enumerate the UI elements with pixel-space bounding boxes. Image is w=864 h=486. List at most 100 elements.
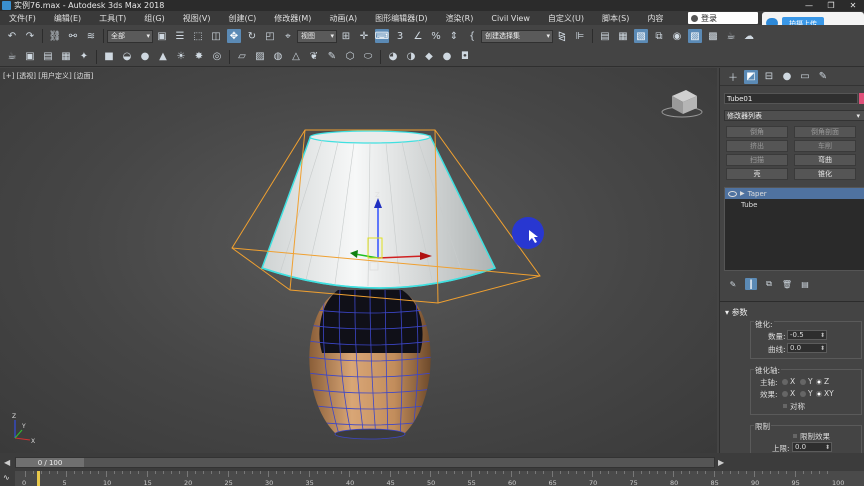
rect-selection-icon[interactable]: ⬚	[191, 29, 205, 43]
menu-scripting[interactable]: 脚本(S)	[593, 13, 638, 24]
utilities-tab-icon[interactable]: ✎	[816, 70, 830, 84]
current-frame-marker[interactable]	[37, 471, 40, 486]
material-editor-icon[interactable]: ◉	[670, 29, 684, 43]
limit-effect-checkbox[interactable]	[792, 433, 798, 439]
bend-button[interactable]: 弯曲	[794, 154, 856, 166]
grid-icon[interactable]: ▦	[59, 50, 73, 64]
brush-icon[interactable]: ✎	[325, 50, 339, 64]
align-icon[interactable]: ⊫	[573, 29, 587, 43]
prev-frame-icon[interactable]: ◀	[4, 458, 10, 467]
window-crossing-icon[interactable]: ◫	[209, 29, 223, 43]
curve-editor-toggle-icon[interactable]: ∿	[3, 473, 10, 482]
selection-filter-dropdown[interactable]: 全部	[107, 29, 153, 43]
object-color-swatch[interactable]	[859, 93, 864, 104]
snapshot-icon[interactable]: ▣	[23, 50, 37, 64]
capsule-icon[interactable]: ⬭	[361, 50, 375, 64]
toggle-ribbon-icon[interactable]: ▦	[616, 29, 630, 43]
shell-button[interactable]: 壳	[726, 168, 788, 180]
layer-explorer-icon[interactable]: ▤	[598, 29, 612, 43]
mesh-icon[interactable]: ⬡	[343, 50, 357, 64]
primary-z-radio[interactable]	[816, 379, 822, 385]
taper-button[interactable]: 锥化	[794, 168, 856, 180]
reference-coordinate-dropdown[interactable]: 视图	[297, 29, 337, 43]
curve-spinner[interactable]: 0.0	[787, 343, 827, 353]
lathe-button[interactable]: 车削	[794, 140, 856, 152]
menu-create[interactable]: 创建(C)	[219, 13, 265, 24]
primary-y-radio[interactable]	[800, 379, 806, 385]
hierarchy-tab-icon[interactable]: ⊟	[762, 70, 776, 84]
maximize-button[interactable]: ❐	[820, 0, 842, 11]
select-scale-icon[interactable]: ◰	[263, 29, 277, 43]
modifier-list-dropdown[interactable]: 修改器列表	[724, 110, 864, 121]
effect-x-radio[interactable]	[782, 391, 788, 397]
angle-snap-icon[interactable]: ∠	[411, 29, 425, 43]
extrude-button[interactable]: 挤出	[726, 140, 788, 152]
mirror-icon[interactable]: ⧎	[555, 29, 569, 43]
next-frame-icon[interactable]: ▶	[718, 458, 724, 467]
stack-item-tube[interactable]: Tube	[725, 199, 864, 210]
primary-x-radio[interactable]	[782, 379, 788, 385]
rendered-frame-icon[interactable]: ▩	[706, 29, 720, 43]
effect-xy-radio[interactable]	[816, 391, 822, 397]
bevel-profile-button[interactable]: 倒角剖面	[794, 126, 856, 138]
upper-limit-spinner[interactable]: 0.0	[792, 442, 832, 452]
pin-stack-icon[interactable]: ✎	[727, 278, 739, 290]
render-setup-icon[interactable]: ▨	[688, 29, 702, 43]
menu-file[interactable]: 文件(F)	[0, 13, 45, 24]
expand-icon[interactable]: ▶	[740, 190, 745, 197]
geosphere-icon[interactable]: ◍	[271, 50, 285, 64]
motion-tab-icon[interactable]: ●	[780, 70, 794, 84]
keyboard-shortcut-override-icon[interactable]: ⌨	[375, 29, 389, 43]
time-slider[interactable]: 0 / 100	[15, 457, 715, 468]
perspective-viewport[interactable]: [+] [透视] [用户定义] [边面] Z Z X Y	[0, 68, 717, 453]
stack-item-taper[interactable]: ▶ Taper	[725, 188, 864, 199]
menu-tools[interactable]: 工具(T)	[90, 13, 135, 24]
object-name-field[interactable]: Tube01	[724, 93, 858, 104]
sweep-button[interactable]: 扫描	[726, 154, 788, 166]
named-selection-set-dropdown[interactable]: 创建选择集	[481, 29, 553, 43]
select-rotate-icon[interactable]: ↻	[245, 29, 259, 43]
star-icon[interactable]: ✸	[192, 50, 206, 64]
render-cloud-icon[interactable]: ☁	[742, 29, 756, 43]
login-field[interactable]: 登录	[688, 12, 758, 24]
close-button[interactable]: ✕	[842, 0, 864, 11]
box-icon[interactable]: ■	[102, 50, 116, 64]
plane-icon[interactable]: ▱	[235, 50, 249, 64]
material-sphere-icon[interactable]: ◕	[386, 50, 400, 64]
cube-blue-icon[interactable]: ◆	[422, 50, 436, 64]
schematic-view-icon[interactable]: ⧉	[652, 29, 666, 43]
modify-tab-icon[interactable]: ◩	[744, 69, 758, 84]
link-icon[interactable]: ⛓	[48, 29, 62, 43]
time-slider-thumb[interactable]: 0 / 100	[16, 458, 84, 467]
edit-named-sets-icon[interactable]: {	[465, 29, 479, 43]
render-preview-icon[interactable]: ◘	[458, 50, 472, 64]
vase-object[interactable]	[300, 288, 440, 440]
menu-customize[interactable]: 自定义(U)	[539, 13, 593, 24]
remove-modifier-icon[interactable]: 🗑	[781, 278, 793, 290]
menu-graph-editors[interactable]: 图形编辑器(D)	[366, 13, 436, 24]
symmetry-checkbox[interactable]	[782, 403, 788, 409]
menu-modifiers[interactable]: 修改器(M)	[265, 13, 320, 24]
menu-content[interactable]: 内容	[638, 13, 672, 24]
light-icon[interactable]: ✦	[77, 50, 91, 64]
sphere-dark-icon[interactable]: ●	[440, 50, 454, 64]
curve-editor-icon[interactable]: ▧	[634, 29, 648, 43]
bind-space-warp-icon[interactable]: ≋	[84, 29, 98, 43]
select-place-icon[interactable]: ⌖	[281, 29, 295, 43]
menu-edit[interactable]: 编辑(E)	[45, 13, 90, 24]
array-icon[interactable]: ▤	[41, 50, 55, 64]
select-object-icon[interactable]: ▣	[155, 29, 169, 43]
amount-spinner[interactable]: -0.5	[787, 330, 827, 340]
minimize-button[interactable]: —	[798, 0, 820, 11]
pivot-center-icon[interactable]: ⊞	[339, 29, 353, 43]
pyramid-icon[interactable]: △	[289, 50, 303, 64]
select-manipulate-icon[interactable]: ✛	[357, 29, 371, 43]
redo-icon[interactable]: ↷	[23, 29, 37, 43]
frame-ruler[interactable]: 0 5 10 15 20 25 30 35 40 45 50 55 60 65 70 75 80 85 90 95 10…	[15, 471, 864, 486]
cone-icon[interactable]: ▲	[156, 50, 170, 64]
create-tab-icon[interactable]: ＋	[726, 70, 740, 84]
menu-group[interactable]: 组(G)	[135, 13, 173, 24]
unlink-icon[interactable]: ⚯	[66, 29, 80, 43]
shader-ball-icon[interactable]: ◑	[404, 50, 418, 64]
parameters-rollout-header[interactable]: ▾ 参数	[725, 307, 748, 318]
